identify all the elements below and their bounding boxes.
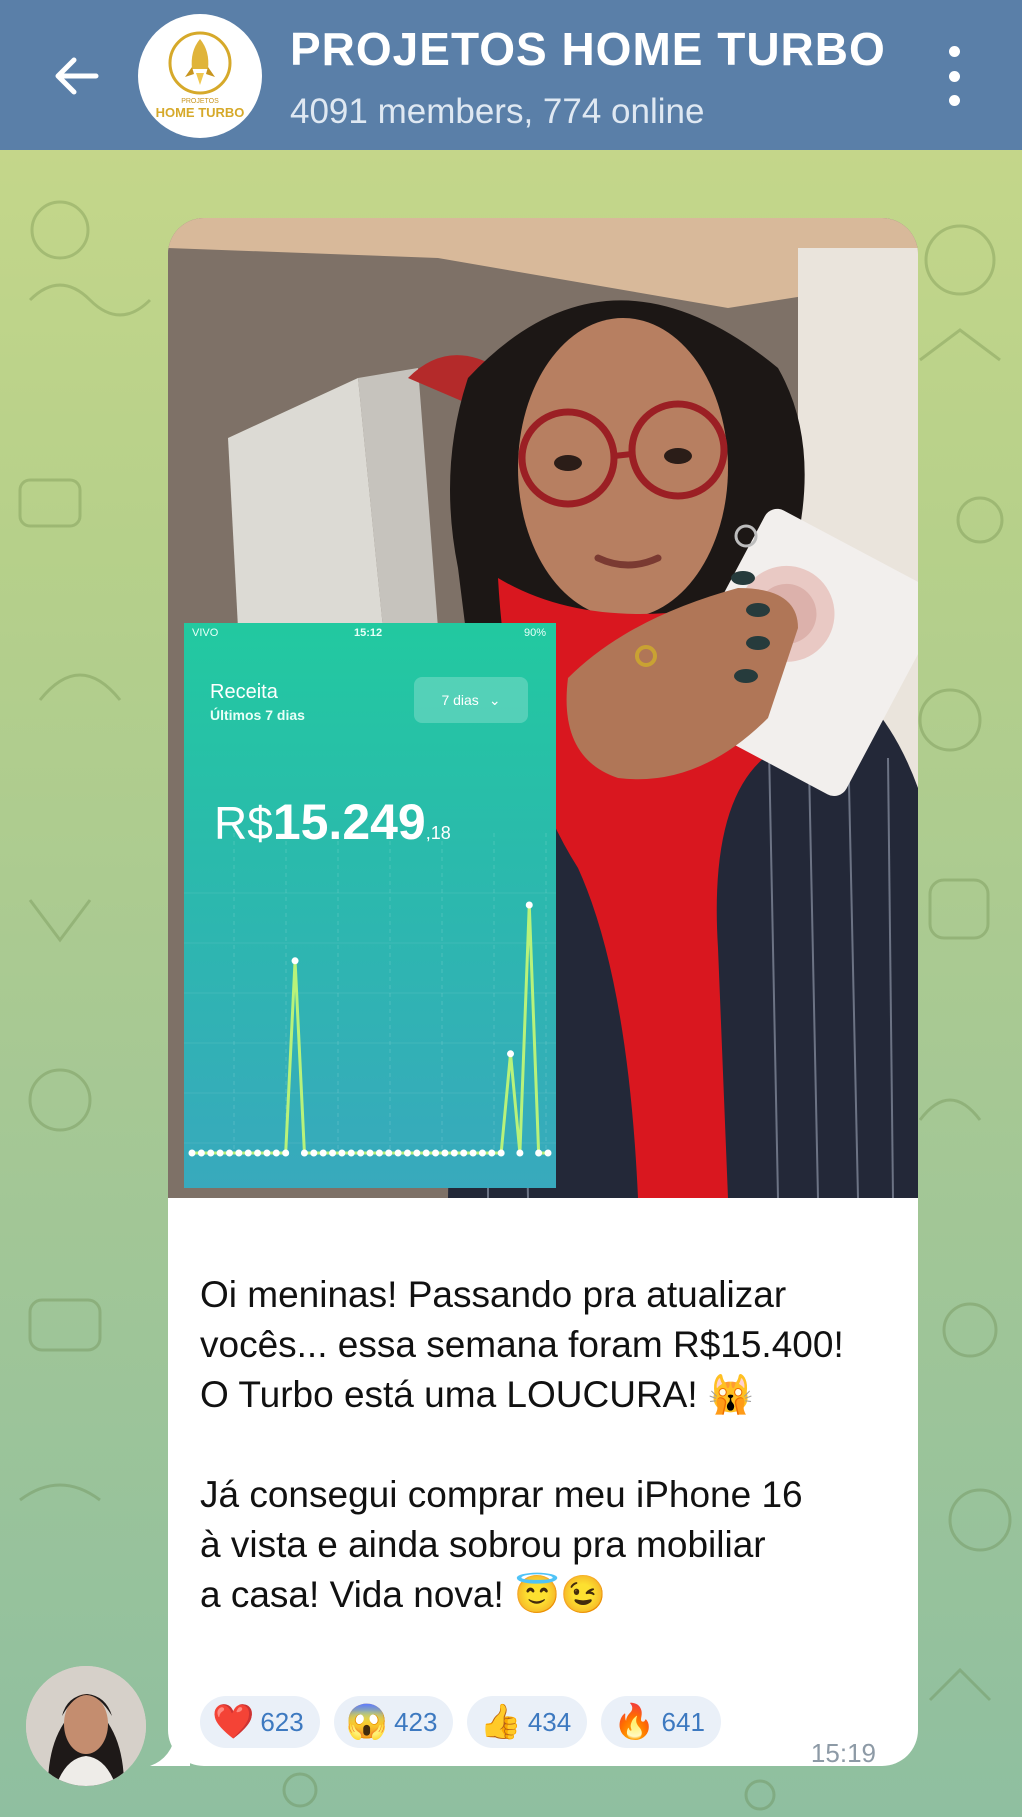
revenue-data-point [188, 1149, 196, 1157]
back-button[interactable] [44, 44, 108, 108]
group-title[interactable]: PROJETOS HOME TURBO [290, 22, 886, 76]
reaction-count: 623 [260, 1706, 304, 1737]
revenue-data-point [432, 1149, 440, 1157]
revenue-line-chart [184, 833, 556, 1157]
revenue-data-point [469, 1149, 477, 1157]
revenue-data-point [319, 1149, 327, 1157]
kebab-dot-icon [948, 95, 960, 106]
revenue-data-point [366, 1149, 374, 1157]
revenue-data-point [488, 1149, 496, 1157]
revenue-data-point [347, 1149, 355, 1157]
more-options-button[interactable] [934, 46, 974, 106]
period-label: 7 dias [441, 692, 479, 708]
kebab-dot-icon [948, 70, 960, 82]
phone-status-bar: VIVO 15:12 90% [184, 623, 556, 645]
arrow-left-icon [55, 57, 99, 95]
revenue-data-point [394, 1149, 402, 1157]
revenue-data-point [525, 901, 533, 909]
carrier-label: VIVO [192, 627, 219, 639]
revenue-data-point [357, 1149, 365, 1157]
revenue-data-point [310, 1149, 318, 1157]
revenue-data-point [450, 1149, 458, 1157]
rocket-logo-icon: PROJETOS HOME TURBO [156, 31, 245, 120]
revenue-data-point [329, 1149, 337, 1157]
revenue-data-point [441, 1149, 449, 1157]
revenue-data-point [478, 1149, 486, 1157]
revenue-data-point [207, 1149, 215, 1157]
revenue-data-point [413, 1149, 421, 1157]
revenue-data-point [263, 1149, 271, 1157]
reaction-count: 434 [527, 1706, 572, 1737]
revenue-title: Receita [210, 681, 278, 703]
revenue-data-point [282, 1149, 290, 1157]
revenue-data-point [535, 1149, 543, 1157]
revenue-data-point [216, 1149, 224, 1157]
revenue-data-point [460, 1149, 468, 1157]
revenue-data-point [338, 1149, 346, 1157]
reaction-count: 641 [661, 1706, 705, 1737]
chat-header: PROJETOS HOME TURBO PROJETOS HOME TURBO … [0, 0, 1022, 150]
revenue-series-line [192, 904, 548, 1155]
reaction-emoji: 👍 [479, 1703, 522, 1741]
kebab-dot-icon [948, 46, 960, 57]
revenue-data-point [197, 1149, 205, 1157]
chat-screen: PROJETOS HOME TURBO PROJETOS HOME TURBO … [0, 0, 1022, 1817]
reaction-emoji: ❤️ [212, 1703, 255, 1741]
revenue-data-point [422, 1149, 430, 1157]
revenue-data-point [403, 1149, 411, 1157]
chevron-down-icon: ⌄ [488, 691, 501, 708]
reaction-emoji: 🔥 [613, 1703, 656, 1741]
revenue-data-point [375, 1149, 383, 1157]
logo-text-bottom: HOME TURBO [156, 105, 245, 120]
revenue-data-point [544, 1149, 552, 1157]
revenue-data-point [385, 1149, 393, 1157]
sender-photo [26, 1666, 146, 1786]
message-photo[interactable]: VIVO 15:12 90% Receita Últimos 7 dias 7 … [168, 218, 918, 1198]
phone-clock: 15:12 [354, 627, 383, 639]
sender-avatar[interactable] [26, 1666, 146, 1786]
reactions-bar: ❤️ 623 😱 423 👍 434 🔥 641 [200, 1696, 721, 1748]
revenue-data-point [507, 1050, 515, 1058]
revenue-data-point [235, 1149, 243, 1157]
reaction-emoji: 😱 [345, 1703, 389, 1741]
revenue-data-point [244, 1149, 252, 1157]
revenue-subtitle: Últimos 7 dias [210, 707, 305, 723]
message-time: 15:19 [810, 1738, 876, 1768]
revenue-data-point [497, 1149, 505, 1157]
reaction-chip[interactable]: 👍 434 [467, 1696, 588, 1748]
revenue-data-point [225, 1149, 233, 1157]
reaction-chip[interactable]: 😱 423 [333, 1696, 454, 1748]
logo-text-top: PROJETOS [181, 98, 219, 105]
revenue-data-point [254, 1149, 262, 1157]
period-selector: 7 dias ⌄ [414, 677, 528, 723]
revenue-data-point [300, 1149, 308, 1157]
revenue-screenshot: VIVO 15:12 90% Receita Últimos 7 dias 7 … [184, 623, 556, 1188]
message-text: Oi meninas! Passando pra atualizar vocês… [200, 1274, 844, 1615]
group-avatar[interactable]: PROJETOS HOME TURBO [138, 14, 262, 138]
revenue-data-point [291, 957, 299, 965]
reaction-chip[interactable]: 🔥 641 [601, 1696, 721, 1748]
group-member-count: 4091 members, 774 online [290, 92, 705, 131]
revenue-data-point [516, 1149, 524, 1157]
message-bubble[interactable]: VIVO 15:12 90% Receita Últimos 7 dias 7 … [168, 218, 918, 1768]
battery-label: 90% [523, 627, 546, 639]
revenue-data-point [272, 1149, 280, 1157]
reaction-chip[interactable]: ❤️ 623 [200, 1696, 320, 1748]
reaction-count: 423 [394, 1706, 438, 1737]
